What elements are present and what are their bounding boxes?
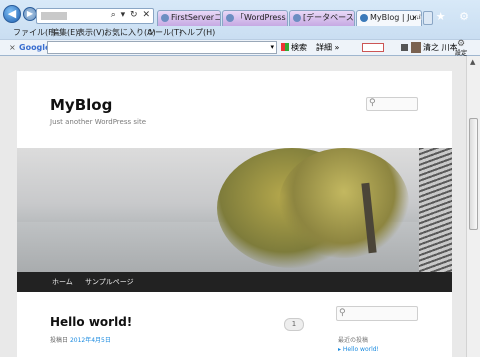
menu-tools[interactable]: ツール(T)	[147, 26, 182, 39]
menu-file[interactable]: ファイル(F)	[13, 26, 56, 39]
menu-bar: ファイル(F) 編集(E) 表示(V) お気に入り(A) ツール(T) ヘルプ(…	[0, 26, 480, 39]
tab-firstserver[interactable]: FirstServerコンプ...	[157, 10, 221, 26]
browser-right-icons[interactable]: ⌂ ★ ⚙	[415, 10, 474, 23]
google-search-icon	[281, 43, 289, 51]
comment-count-bubble[interactable]: 1	[284, 318, 304, 331]
recent-post-link[interactable]: ▸ Hello world!	[338, 346, 379, 353]
notification-badge[interactable]	[362, 43, 384, 52]
site-description: Just another WordPress site	[50, 118, 147, 126]
post-title[interactable]: Hello world!	[50, 315, 132, 329]
wordpress-site: MyBlog Just another WordPress site ⚲ ホーム…	[17, 71, 452, 357]
user-name[interactable]: 清之 川本	[423, 40, 458, 55]
site-title[interactable]: MyBlog	[50, 96, 112, 114]
recent-post-label: Hello world!	[342, 346, 379, 353]
header-search-input[interactable]: ⚲	[366, 97, 418, 111]
sidebar-search-input[interactable]: ⚲	[336, 306, 418, 321]
google-toolbar: × Google ▾ 検索 詳細 » 清之 川本 ⚙ 設定	[0, 39, 480, 57]
tab-myblog[interactable]: MyBlog | Just ... ×	[356, 10, 422, 26]
stairs	[419, 148, 452, 272]
close-toolbar-icon[interactable]: ×	[9, 40, 16, 55]
favicon-icon	[226, 14, 234, 22]
willow-tree-2	[279, 148, 409, 258]
search-icon: ⚲	[369, 98, 376, 108]
scroll-up-icon[interactable]: ▲	[470, 58, 475, 66]
tab-label: 「WordPress 3.x...	[236, 13, 287, 22]
toolbar-icon[interactable]	[401, 44, 408, 51]
back-button[interactable]: ◀	[3, 5, 21, 23]
favicon-icon	[360, 14, 368, 22]
more-button[interactable]: 詳細 »	[316, 40, 339, 55]
menu-edit[interactable]: 編集(E)	[51, 26, 78, 39]
address-bar[interactable]: ⌕ ▾ ↻ ✕	[36, 8, 154, 24]
tab-wordpress[interactable]: 「WordPress 3.x...	[222, 10, 288, 26]
favicon-icon	[293, 14, 301, 22]
browser-chrome: ◀ ▶ ⌕ ▾ ↻ ✕ FirstServerコンプ... 「WordPress…	[0, 0, 480, 57]
post-meta-prefix: 投稿日	[50, 337, 69, 344]
header-image	[17, 148, 452, 272]
main-nav: ホーム サンプルページ	[17, 272, 452, 292]
post-meta: 投稿日 2012年4月5日	[50, 335, 111, 344]
browser-title-bar: ◀ ▶ ⌕ ▾ ↻ ✕ FirstServerコンプ... 「WordPress…	[0, 0, 480, 26]
nav-home[interactable]: ホーム	[52, 272, 73, 292]
forward-button[interactable]: ▶	[23, 7, 37, 21]
scrollbar-thumb[interactable]	[469, 118, 478, 230]
menu-help[interactable]: ヘルプ(H)	[179, 26, 215, 39]
avatar[interactable]	[411, 42, 421, 53]
recent-posts-heading: 最近の投稿	[338, 337, 369, 344]
page-viewport: MyBlog Just another WordPress site ⚲ ホーム…	[0, 56, 466, 357]
address-controls[interactable]: ⌕ ▾ ↻ ✕	[111, 10, 151, 20]
tab-label: FirstServerコンプ...	[171, 13, 221, 22]
menu-view[interactable]: 表示(V)	[77, 26, 105, 39]
nav-sample-page[interactable]: サンプルページ	[85, 272, 134, 292]
chevron-down-icon[interactable]: ▾	[270, 40, 274, 55]
post-date-link[interactable]: 2012年4月5日	[70, 337, 111, 344]
google-search-input[interactable]: ▾	[47, 41, 277, 54]
google-logo: Google	[19, 43, 51, 52]
search-button[interactable]: 検索	[291, 40, 307, 55]
favicon-icon	[161, 14, 169, 22]
tab-label: [データベースの設...	[303, 13, 354, 22]
tab-database[interactable]: [データベースの設...	[289, 10, 355, 26]
search-icon: ⚲	[339, 308, 346, 318]
vertical-scrollbar[interactable]: ▲	[466, 56, 480, 357]
address-url	[41, 12, 67, 20]
